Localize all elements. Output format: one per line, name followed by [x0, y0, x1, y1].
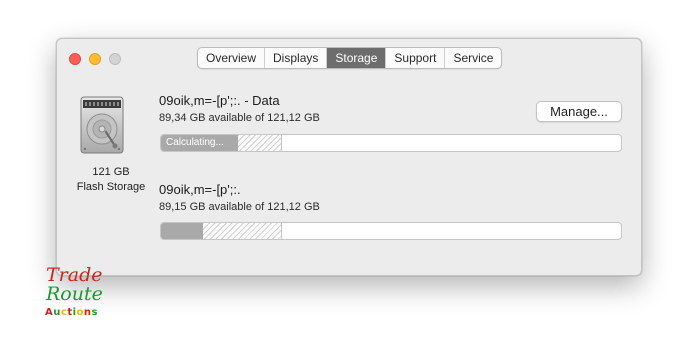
used-segment: [161, 223, 203, 239]
disk-type: Flash Storage: [76, 181, 146, 193]
volume-available: 89,15 GB available of 121,12 GB: [159, 201, 320, 213]
storage-bar: [160, 222, 622, 240]
disk-caption: 121 GB Flash Storage: [61, 165, 161, 195]
about-this-mac-window: Overview Displays Storage Support Servic…: [56, 38, 642, 276]
tab-service[interactable]: Service: [445, 48, 501, 68]
volume-name: 09oik,m=-[p';:.: [159, 182, 241, 197]
disk-size: 121 GB: [92, 166, 130, 178]
tab-displays[interactable]: Displays: [265, 48, 328, 68]
logo-auctions: Auctions: [45, 307, 98, 318]
logo-route: Route: [46, 283, 103, 305]
volume-name: 09oik,m=-[p';:. - Data: [159, 93, 280, 108]
calculating-segment: Calculating...: [161, 135, 238, 151]
hard-drive-icon: [80, 96, 124, 154]
purgeable-segment: [238, 135, 282, 151]
tab-support[interactable]: Support: [386, 48, 446, 68]
tab-bar: Overview Displays Storage Support Servic…: [197, 47, 503, 69]
storage-bar: Calculating...: [160, 134, 622, 152]
purgeable-segment: [203, 223, 282, 239]
minimize-window-button[interactable]: [89, 53, 101, 65]
volume-available: 89,34 GB available of 121,12 GB: [159, 112, 320, 124]
watermark-logo: Trade Route Auctions: [40, 264, 112, 328]
manage-button[interactable]: Manage...: [536, 101, 622, 122]
close-window-button[interactable]: [69, 53, 81, 65]
tab-storage[interactable]: Storage: [327, 48, 387, 68]
tab-overview[interactable]: Overview: [198, 48, 266, 68]
zoom-window-button: [109, 53, 121, 65]
